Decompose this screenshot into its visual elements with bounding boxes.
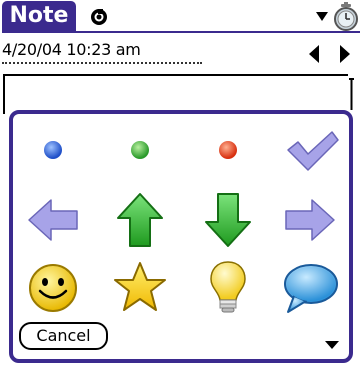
red-dot-icon[interactable]: [198, 120, 258, 180]
icon-picker-popup: Cancel: [9, 110, 353, 363]
app-title-tab[interactable]: Note: [2, 1, 76, 31]
chevron-down-icon[interactable]: [316, 12, 328, 21]
speech-bubble-icon[interactable]: [280, 258, 340, 318]
scroll-down-icon[interactable]: [325, 341, 339, 349]
arrow-left-icon[interactable]: [23, 190, 83, 250]
lightbulb-icon[interactable]: [198, 258, 258, 318]
arrow-down-icon[interactable]: [198, 190, 258, 250]
triangle-left-icon[interactable]: [309, 45, 319, 63]
checkmark-icon[interactable]: [280, 120, 340, 180]
blue-dot-icon[interactable]: [23, 120, 83, 180]
text-cursor-icon: [349, 78, 354, 110]
cancel-button[interactable]: Cancel: [19, 322, 108, 350]
green-dot-icon[interactable]: [110, 120, 170, 180]
note-timestamp[interactable]: 4/20/04 10:23 am: [2, 40, 202, 64]
note-text-area[interactable]: [3, 74, 348, 114]
arrow-right-icon[interactable]: [280, 190, 340, 250]
triangle-right-icon[interactable]: [340, 45, 350, 63]
arrow-up-icon[interactable]: [110, 190, 170, 250]
title-underline: [2, 31, 360, 33]
star-icon[interactable]: [110, 258, 170, 318]
smiley-icon[interactable]: [23, 258, 83, 318]
info-icon[interactable]: [90, 8, 108, 26]
alarm-clock-icon[interactable]: [333, 2, 359, 32]
